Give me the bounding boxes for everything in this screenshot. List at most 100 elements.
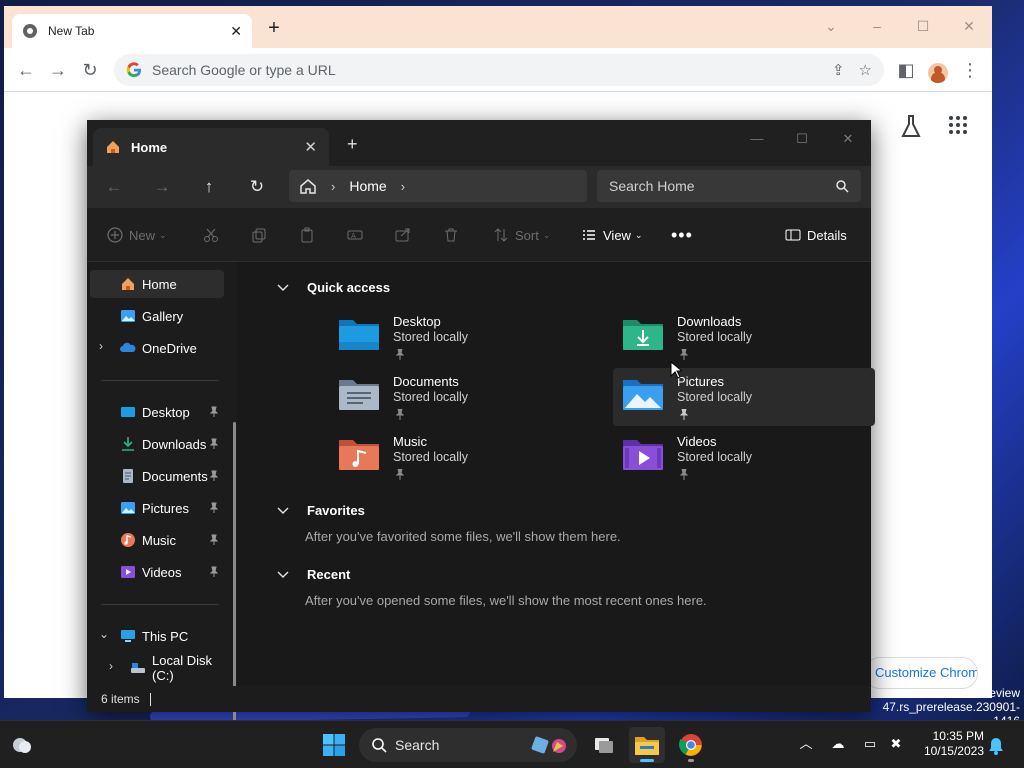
sidebar-item-videos[interactable]: Videos xyxy=(90,558,224,586)
taskbar-chrome[interactable] xyxy=(673,727,709,763)
folder-name: Music xyxy=(393,434,427,449)
sidebar-item-onedrive[interactable]: OneDrive xyxy=(90,334,224,362)
taskbar-clock[interactable]: 10:35 PM 10/15/2023 xyxy=(918,729,984,759)
back-icon[interactable]: ← xyxy=(14,58,38,82)
pin-icon[interactable] xyxy=(208,566,220,578)
pin-icon[interactable] xyxy=(208,406,220,418)
minimize-icon[interactable]: – xyxy=(862,12,892,40)
close-tab-icon[interactable]: ✕ xyxy=(304,138,317,156)
quick-access-desktop[interactable]: Desktop Stored locally xyxy=(329,308,591,366)
forward-icon[interactable]: → xyxy=(46,58,70,82)
new-tab-icon[interactable]: + xyxy=(262,18,286,38)
sidebar-item-downloads[interactable]: Downloads xyxy=(90,430,224,458)
forward-icon[interactable]: → xyxy=(151,176,173,198)
breadcrumb-home[interactable]: Home xyxy=(349,178,386,194)
delete-button[interactable] xyxy=(443,224,465,246)
omnibox[interactable]: Search Google or type a URL ⇪ ☆ xyxy=(114,54,884,86)
google-g-icon xyxy=(126,62,141,78)
sidebar-item-desktop[interactable]: Desktop xyxy=(90,398,224,426)
pin-icon xyxy=(679,409,689,420)
chevron-down-icon xyxy=(277,571,289,578)
explorer-tab-home[interactable]: Home ✕ xyxy=(93,128,329,166)
sidebar-item-pictures[interactable]: Pictures xyxy=(90,494,224,522)
reload-icon[interactable]: ↻ xyxy=(78,58,102,82)
sort-icon xyxy=(494,228,508,242)
back-icon[interactable]: ← xyxy=(103,176,125,198)
sort-button[interactable]: Sort ⌄ xyxy=(493,224,550,246)
details-button[interactable]: Details xyxy=(785,224,847,246)
close-window-icon[interactable]: ✕ xyxy=(954,12,984,40)
maximize-icon[interactable]: ☐ xyxy=(908,12,938,40)
quick-access-documents[interactable]: Documents Stored locally xyxy=(329,368,591,426)
mouse-cursor-icon xyxy=(670,361,682,379)
pin-icon[interactable] xyxy=(208,534,220,546)
up-icon[interactable]: ↑ xyxy=(198,176,220,198)
side-panel-icon[interactable]: ◧ xyxy=(894,58,918,82)
refresh-icon[interactable]: ↻ xyxy=(246,176,268,198)
google-apps-icon[interactable] xyxy=(949,116,967,134)
address-bar[interactable]: › Home › xyxy=(289,170,587,202)
this-pc-icon xyxy=(121,630,135,642)
maximize-icon[interactable]: ☐ xyxy=(787,126,817,152)
pin-icon xyxy=(395,349,405,360)
taskbar-search-box[interactable]: Search xyxy=(359,728,577,762)
chrome-menu-icon[interactable]: ⋮ xyxy=(958,58,982,82)
section-recent[interactable]: Recent xyxy=(277,567,350,582)
pin-icon[interactable] xyxy=(208,438,220,450)
chevron-down-icon xyxy=(277,284,289,291)
quick-access-pictures[interactable]: Pictures Stored locally xyxy=(613,368,875,426)
volume-muted-icon[interactable]: ✖ xyxy=(886,733,906,755)
videos-folder-icon xyxy=(623,440,663,470)
profile-avatar[interactable] xyxy=(928,63,948,83)
navigation-pane: Home Gallery › OneDrive Desktop Download… xyxy=(87,262,237,756)
notification-bell-icon[interactable] xyxy=(988,737,1004,755)
pin-icon xyxy=(679,469,689,480)
taskbar-file-explorer[interactable] xyxy=(629,727,665,763)
minimize-icon[interactable]: — xyxy=(742,126,772,152)
show-hidden-icons-icon[interactable]: ︿ xyxy=(796,733,816,755)
share-icon[interactable]: ⇪ xyxy=(832,61,845,79)
quick-access-downloads[interactable]: Downloads Stored locally xyxy=(613,308,875,366)
customize-chrome-button[interactable]: Customize Chrome xyxy=(864,657,978,689)
pin-icon[interactable] xyxy=(208,502,220,514)
tab-search-icon[interactable]: ⌄ xyxy=(816,12,846,40)
close-tab-icon[interactable]: ✕ xyxy=(230,23,242,40)
explorer-tab-title: Home xyxy=(131,139,168,155)
section-title: Recent xyxy=(307,567,351,582)
paste-button[interactable] xyxy=(299,224,321,246)
start-windows-icon[interactable] xyxy=(322,733,346,757)
new-tab-icon[interactable]: + xyxy=(347,134,358,155)
quick-access-music[interactable]: Music Stored locally xyxy=(329,428,591,486)
copy-button[interactable] xyxy=(251,224,273,246)
sidebar-item-documents[interactable]: Documents xyxy=(90,462,224,490)
section-quick-access[interactable]: Quick access xyxy=(277,280,390,295)
view-button[interactable]: View ⌄ xyxy=(581,224,643,246)
folder-location: Stored locally xyxy=(393,450,469,464)
search-placeholder: Search Home xyxy=(609,178,695,194)
weather-widget-icon[interactable] xyxy=(10,733,34,757)
search-input[interactable]: Search Home xyxy=(597,170,861,202)
bookmark-star-icon[interactable]: ☆ xyxy=(859,61,872,79)
taskbar-task-view[interactable] xyxy=(586,727,622,763)
close-window-icon[interactable]: ✕ xyxy=(833,126,863,152)
sidebar-item-music[interactable]: Music xyxy=(90,526,224,554)
sidebar-item-local-disk[interactable]: Local Disk (C:) xyxy=(90,653,236,683)
share-button[interactable] xyxy=(395,224,417,246)
new-button[interactable]: New ⌄ xyxy=(107,224,167,246)
quick-access-videos[interactable]: Videos Stored locally xyxy=(613,428,875,486)
pin-icon[interactable] xyxy=(208,470,220,482)
onedrive-tray-icon[interactable]: ☁ xyxy=(828,733,848,755)
more-options-icon[interactable]: ••• xyxy=(671,224,693,246)
sidebar-item-gallery[interactable]: Gallery xyxy=(90,302,224,330)
chevron-right-icon[interactable]: › xyxy=(401,179,405,194)
chrome-tab-new-tab[interactable]: New Tab ✕ xyxy=(12,14,252,48)
cut-button[interactable] xyxy=(203,224,225,246)
network-icon[interactable]: ▭ xyxy=(860,733,880,755)
labs-flask-icon[interactable] xyxy=(900,114,922,140)
section-favorites[interactable]: Favorites xyxy=(277,503,365,518)
sidebar-item-this-pc[interactable]: This PC xyxy=(90,622,224,650)
sidebar-item-home[interactable]: Home xyxy=(90,270,224,298)
omnibox-placeholder: Search Google or type a URL xyxy=(152,62,336,78)
rename-button[interactable]: A xyxy=(347,224,369,246)
copy-icon xyxy=(252,228,266,243)
